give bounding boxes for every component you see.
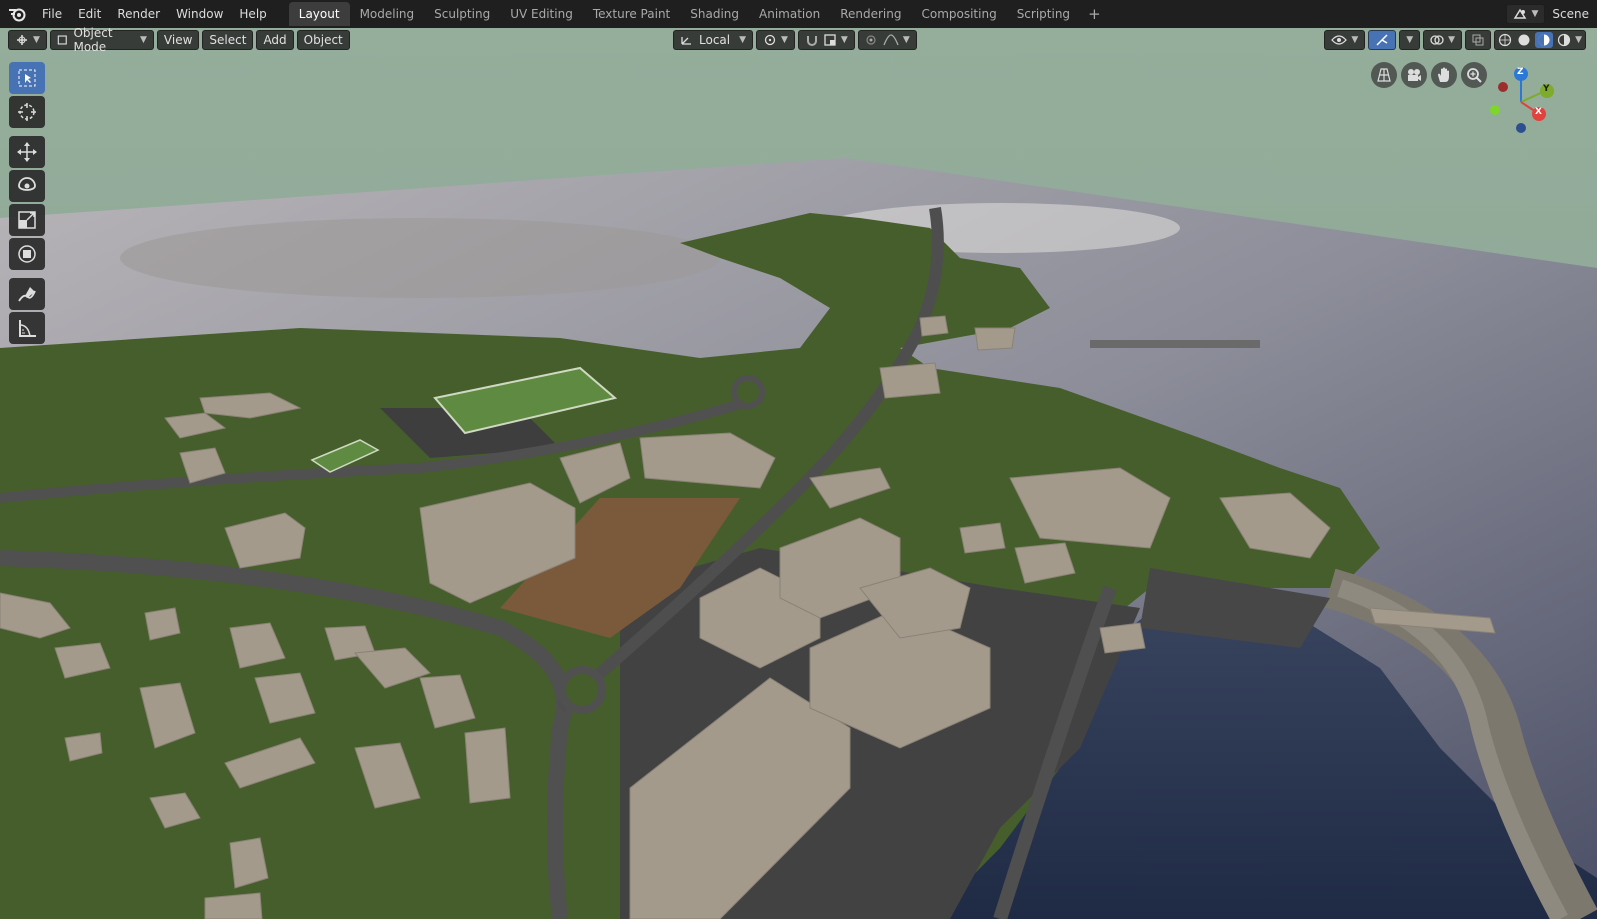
overlays-button[interactable]: ▼: [1423, 30, 1463, 50]
menu-file[interactable]: File: [34, 0, 70, 28]
tab-uv-editing[interactable]: UV Editing: [500, 2, 583, 26]
orientation-icon: [681, 37, 691, 45]
pan-hand-icon[interactable]: [1431, 62, 1457, 88]
gizmo-toggle-button[interactable]: [1368, 30, 1397, 50]
object-mode-icon: [57, 35, 67, 45]
menu-render[interactable]: Render: [109, 0, 168, 28]
transform-orientation-selector[interactable]: Local ▼: [673, 30, 753, 50]
gizmo-dropdown[interactable]: ▼: [1399, 30, 1421, 50]
tab-layout[interactable]: Layout: [288, 2, 350, 26]
navigation-gizmo[interactable]: Z Y X: [1488, 64, 1578, 144]
y-axis-label: Y: [1543, 84, 1550, 94]
zoom-icon[interactable]: [1461, 62, 1487, 88]
pivot-icon: [764, 34, 776, 46]
scene-selector: ▼ Scene: [1506, 0, 1597, 28]
tab-shading[interactable]: Shading: [680, 2, 749, 26]
neg-x-axis[interactable]: [1498, 82, 1508, 92]
tab-scripting[interactable]: Scripting: [1007, 2, 1080, 26]
select-box-icon[interactable]: [9, 62, 45, 94]
city-scene: [0, 28, 1597, 919]
scene-browse-button[interactable]: ▼: [1506, 4, 1546, 24]
editor-type-icon: [17, 35, 27, 45]
plus-icon[interactable]: +: [1080, 5, 1109, 23]
tab-modeling[interactable]: Modeling: [350, 2, 425, 26]
xray-icon: [1472, 34, 1484, 46]
rotate-icon[interactable]: [9, 170, 45, 202]
tab-sculpting[interactable]: Sculpting: [424, 2, 500, 26]
gizmo-icon: [1376, 34, 1388, 46]
overlays-icon: [1430, 35, 1444, 45]
camera-view-icon[interactable]: [1401, 62, 1427, 88]
workspace-tabs: Layout Modeling Sculpting UV Editing Tex…: [288, 0, 1109, 28]
tool-shelf: [9, 62, 47, 346]
x-axis-label: X: [1535, 107, 1542, 117]
orientation-label: Local: [699, 33, 731, 47]
snap-button[interactable]: ▼: [797, 30, 855, 50]
menu-add[interactable]: Add: [256, 30, 294, 50]
neg-z-axis[interactable]: [1516, 123, 1526, 133]
tab-compositing[interactable]: Compositing: [911, 2, 1006, 26]
falloff-icon: [883, 34, 899, 46]
menu-window[interactable]: Window: [168, 0, 231, 28]
mode-label: Object Mode: [73, 26, 113, 54]
transform-icon[interactable]: [9, 238, 45, 270]
blender-logo-icon[interactable]: [0, 0, 34, 28]
menu-help[interactable]: Help: [231, 0, 274, 28]
neg-y-axis[interactable]: [1490, 105, 1500, 115]
proportional-icon: [866, 35, 876, 45]
mode-selector[interactable]: Object Mode ▼: [49, 26, 154, 54]
move-icon[interactable]: [9, 136, 45, 168]
scale-icon[interactable]: [9, 204, 45, 236]
material-shading-icon[interactable]: [1535, 32, 1554, 48]
proportional-edit-button[interactable]: ▼: [857, 30, 917, 50]
xray-button[interactable]: [1465, 30, 1492, 50]
editor-type-button[interactable]: ▼: [8, 30, 47, 50]
measure-icon[interactable]: [9, 312, 45, 344]
rendered-shading-icon[interactable]: [1557, 33, 1571, 47]
tab-rendering[interactable]: Rendering: [830, 2, 911, 26]
eye-icon: [1331, 35, 1348, 45]
cursor-icon[interactable]: [9, 96, 45, 128]
z-axis-label: Z: [1517, 67, 1524, 77]
annotate-icon[interactable]: [9, 278, 45, 310]
menu-edit[interactable]: Edit: [70, 0, 109, 28]
menu-view[interactable]: View: [156, 30, 200, 50]
scene-icon: [1514, 8, 1527, 19]
pivot-point-button[interactable]: ▼: [756, 30, 795, 50]
viewport-header: ▼ Object Mode ▼ View Select Add Object L…: [0, 26, 1597, 54]
menu-object[interactable]: Object: [296, 30, 350, 50]
top-bar: File Edit Render Window Help Layout Mode…: [0, 0, 1597, 28]
snap-target-icon: [824, 34, 836, 46]
scene-name[interactable]: Scene: [1548, 7, 1597, 21]
solid-shading-icon[interactable]: [1517, 33, 1531, 47]
menu-select[interactable]: Select: [202, 30, 254, 50]
tab-animation[interactable]: Animation: [749, 2, 830, 26]
perspective-toggle-icon[interactable]: [1371, 62, 1397, 88]
shading-modes: ▼: [1494, 30, 1586, 50]
magnet-icon: [806, 36, 817, 46]
wireframe-shading-icon[interactable]: [1498, 33, 1512, 47]
tab-texture-paint[interactable]: Texture Paint: [583, 2, 680, 26]
visibility-button[interactable]: ▼: [1324, 30, 1366, 50]
3d-viewport[interactable]: [0, 28, 1597, 919]
